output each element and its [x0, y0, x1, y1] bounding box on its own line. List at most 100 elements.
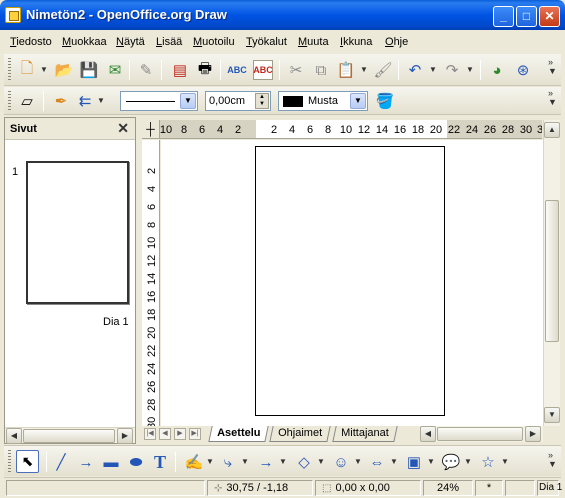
rectangle-icon[interactable]: ▬ — [101, 452, 121, 472]
email-icon[interactable]: ✉ — [105, 60, 125, 80]
next-tab-icon[interactable]: ▶ — [174, 428, 186, 440]
last-tab-icon[interactable]: ▶| — [189, 428, 201, 440]
area-fill-icon[interactable]: 🪣 — [375, 91, 395, 111]
select-icon[interactable]: ⬉ — [16, 450, 39, 473]
cut-icon[interactable]: ✂ — [286, 60, 306, 80]
drawing-page[interactable] — [255, 146, 445, 416]
toolbar-grip[interactable] — [8, 450, 11, 472]
tab-ohjaimet[interactable]: Ohjaimet — [269, 426, 331, 442]
first-tab-icon[interactable]: |◀ — [144, 428, 156, 440]
chevron-down-icon[interactable]: ▼ — [350, 93, 366, 109]
drawing-canvas[interactable] — [161, 140, 543, 426]
basic-shapes-icon[interactable]: ◇ — [294, 452, 314, 472]
menu-muuta[interactable]: Muuta — [298, 36, 329, 48]
undo-dropdown[interactable]: ▼ — [429, 60, 437, 80]
callouts-dropdown[interactable]: ▼ — [464, 452, 472, 472]
stars-dropdown[interactable]: ▼ — [501, 452, 509, 472]
minimize-button[interactable]: _ — [493, 6, 514, 27]
save-icon[interactable]: 💾 — [79, 60, 99, 80]
line-width-field[interactable]: 0,00cm ▲ ▼ — [205, 91, 271, 111]
flowchart-dropdown[interactable]: ▼ — [427, 452, 435, 472]
menu-muotoilu[interactable]: Muotoilu — [193, 36, 235, 48]
slides-pane-scrollbar[interactable]: ◀ ▶ — [5, 427, 135, 444]
pane-splitter[interactable] — [136, 117, 141, 444]
tab-mittajanat[interactable]: Mittajanat — [332, 426, 398, 442]
paste-dropdown[interactable]: ▼ — [360, 60, 368, 80]
maximize-button[interactable]: □ — [516, 6, 537, 27]
scroll-thumb[interactable] — [23, 429, 115, 443]
new-icon[interactable]: 🗋 — [17, 60, 37, 80]
chart-icon[interactable]: ◕ — [487, 60, 507, 80]
scroll-down-icon[interactable]: ▼ — [544, 407, 560, 423]
scroll-left-icon[interactable]: ◀ — [420, 426, 436, 442]
status-zoom[interactable]: 24% — [423, 480, 473, 496]
toolbar-grip[interactable] — [8, 91, 11, 110]
connector-dropdown[interactable]: ▼ — [241, 452, 249, 472]
undo-icon[interactable]: ↶ — [405, 60, 425, 80]
line-icon[interactable]: ✒ — [51, 91, 71, 111]
block-arrows-dropdown[interactable]: ▼ — [390, 452, 398, 472]
scroll-right-icon[interactable]: ▶ — [117, 428, 133, 444]
line-color-select[interactable]: Musta ▼ — [278, 91, 368, 111]
menu-muokkaa[interactable]: Muokkaa — [62, 36, 107, 48]
menu-lisaa[interactable]: Lisää — [156, 36, 182, 48]
scroll-left-icon[interactable]: ◀ — [6, 428, 22, 444]
curve-icon[interactable]: ✍ — [184, 452, 204, 472]
paste-icon[interactable]: 📋 — [336, 60, 356, 80]
toolbar-overflow-icon[interactable]: » ▼ — [548, 89, 558, 107]
stars-icon[interactable]: ☆ — [478, 452, 498, 472]
previous-tab-icon[interactable]: ◀ — [159, 428, 171, 440]
scroll-up-icon[interactable]: ▲ — [544, 122, 560, 138]
callouts-icon[interactable]: 💬 — [441, 452, 461, 472]
ruler-corner-icon[interactable]: ┼ — [142, 120, 160, 138]
new-dropdown[interactable]: ▼ — [40, 60, 48, 80]
menu-ohje[interactable]: Ohje — [385, 36, 408, 48]
canvas-horizontal-scrollbar[interactable]: ◀ ▶ — [420, 426, 543, 442]
lines-arrows-dropdown[interactable]: ▼ — [279, 452, 287, 472]
arrow-style-icon[interactable]: ⇇ — [75, 91, 95, 111]
vertical-scrollbar[interactable]: ▲ ▼ — [543, 120, 560, 426]
tab-asettelu[interactable]: Asettelu — [208, 426, 270, 442]
scroll-right-icon[interactable]: ▶ — [525, 426, 541, 442]
ellipse-icon[interactable]: ⬬ — [126, 452, 146, 472]
scroll-thumb[interactable] — [545, 200, 559, 342]
redo-icon[interactable]: ↷ — [442, 60, 462, 80]
close-button[interactable]: ✕ — [539, 6, 560, 27]
curve-dropdown[interactable]: ▼ — [206, 452, 214, 472]
slide-thumbnail[interactable] — [26, 161, 129, 304]
redo-dropdown[interactable]: ▼ — [466, 60, 474, 80]
lines-arrows-icon[interactable]: → — [256, 452, 276, 472]
menu-nayta[interactable]: Näytä — [116, 36, 145, 48]
toolbar-overflow-icon[interactable]: » ▼ — [548, 451, 558, 469]
menu-ikkuna[interactable]: Ikkuna — [340, 36, 372, 48]
basic-shapes-dropdown[interactable]: ▼ — [317, 452, 325, 472]
copy-icon[interactable]: ⧉ — [311, 60, 331, 80]
flowchart-icon[interactable]: ▣ — [404, 452, 424, 472]
navigator-icon[interactable]: ⊛ — [513, 60, 533, 80]
connector-icon[interactable]: ⤷ — [218, 452, 238, 472]
scroll-thumb[interactable] — [437, 427, 523, 441]
export-pdf-icon[interactable]: ▤ — [170, 60, 190, 80]
styles-icon[interactable]: ▱ — [17, 91, 37, 111]
arrow-style-dropdown[interactable]: ▼ — [97, 91, 105, 111]
chevron-down-icon[interactable]: ▼ — [180, 93, 196, 109]
toolbar-overflow-icon[interactable]: » ▼ — [548, 58, 558, 76]
line-icon[interactable]: ╱ — [51, 452, 71, 472]
arrow-line-icon[interactable]: → — [76, 452, 96, 472]
pane-close-icon[interactable]: ✕ — [117, 120, 129, 137]
clone-format-icon[interactable]: 🖌 — [373, 60, 393, 80]
print-icon[interactable]: 🖶 — [195, 60, 215, 80]
symbol-shapes-icon[interactable]: ☺ — [331, 452, 351, 472]
line-width-spinner[interactable]: ▲ ▼ — [255, 93, 269, 109]
autospellcheck-icon[interactable]: ABC — [253, 60, 273, 80]
line-style-select[interactable]: ▼ — [120, 91, 198, 111]
open-icon[interactable]: 📂 — [54, 60, 74, 80]
menu-tiedosto[interactable]: Tiedosto — [10, 36, 52, 48]
toolbar-grip[interactable] — [8, 58, 11, 81]
edit-file-icon[interactable]: ✎ — [136, 60, 156, 80]
symbol-shapes-dropdown[interactable]: ▼ — [354, 452, 362, 472]
block-arrows-icon[interactable]: ⇔ — [367, 452, 387, 472]
spellcheck-icon[interactable]: ABC — [227, 60, 247, 80]
text-icon[interactable]: T — [150, 452, 170, 472]
menu-tyokalut[interactable]: Työkalut — [246, 36, 287, 48]
